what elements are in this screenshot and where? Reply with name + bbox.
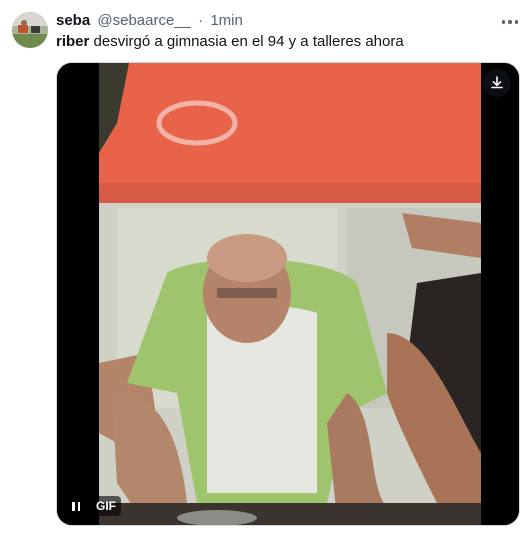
- separator-dot: ·: [198, 12, 204, 29]
- tweet-text-body: desvirgó a gimnasia en el 94 y a tallere…: [89, 33, 404, 50]
- tweet-text: riber desvirgó a gimnasia en el 94 y a t…: [56, 32, 520, 52]
- avatar[interactable]: [12, 12, 48, 48]
- display-name[interactable]: seba: [56, 12, 90, 29]
- tweet-text-mention: riber: [56, 33, 90, 50]
- gif-frame: [57, 63, 519, 525]
- gif-badge: GIF: [91, 496, 121, 516]
- tweet-card[interactable]: seba @sebaarce__ · 1min riber desvirgó a…: [0, 0, 532, 537]
- gif-controls: GIF: [65, 495, 121, 517]
- tweet-header: seba @sebaarce__ · 1min: [56, 11, 472, 31]
- more-options-icon[interactable]: [500, 12, 520, 32]
- pause-icon[interactable]: [65, 495, 87, 517]
- user-handle[interactable]: @sebaarce__: [97, 12, 191, 29]
- download-icon[interactable]: [483, 69, 511, 97]
- gif-media[interactable]: GIF: [56, 62, 520, 526]
- timestamp[interactable]: 1min: [210, 12, 243, 29]
